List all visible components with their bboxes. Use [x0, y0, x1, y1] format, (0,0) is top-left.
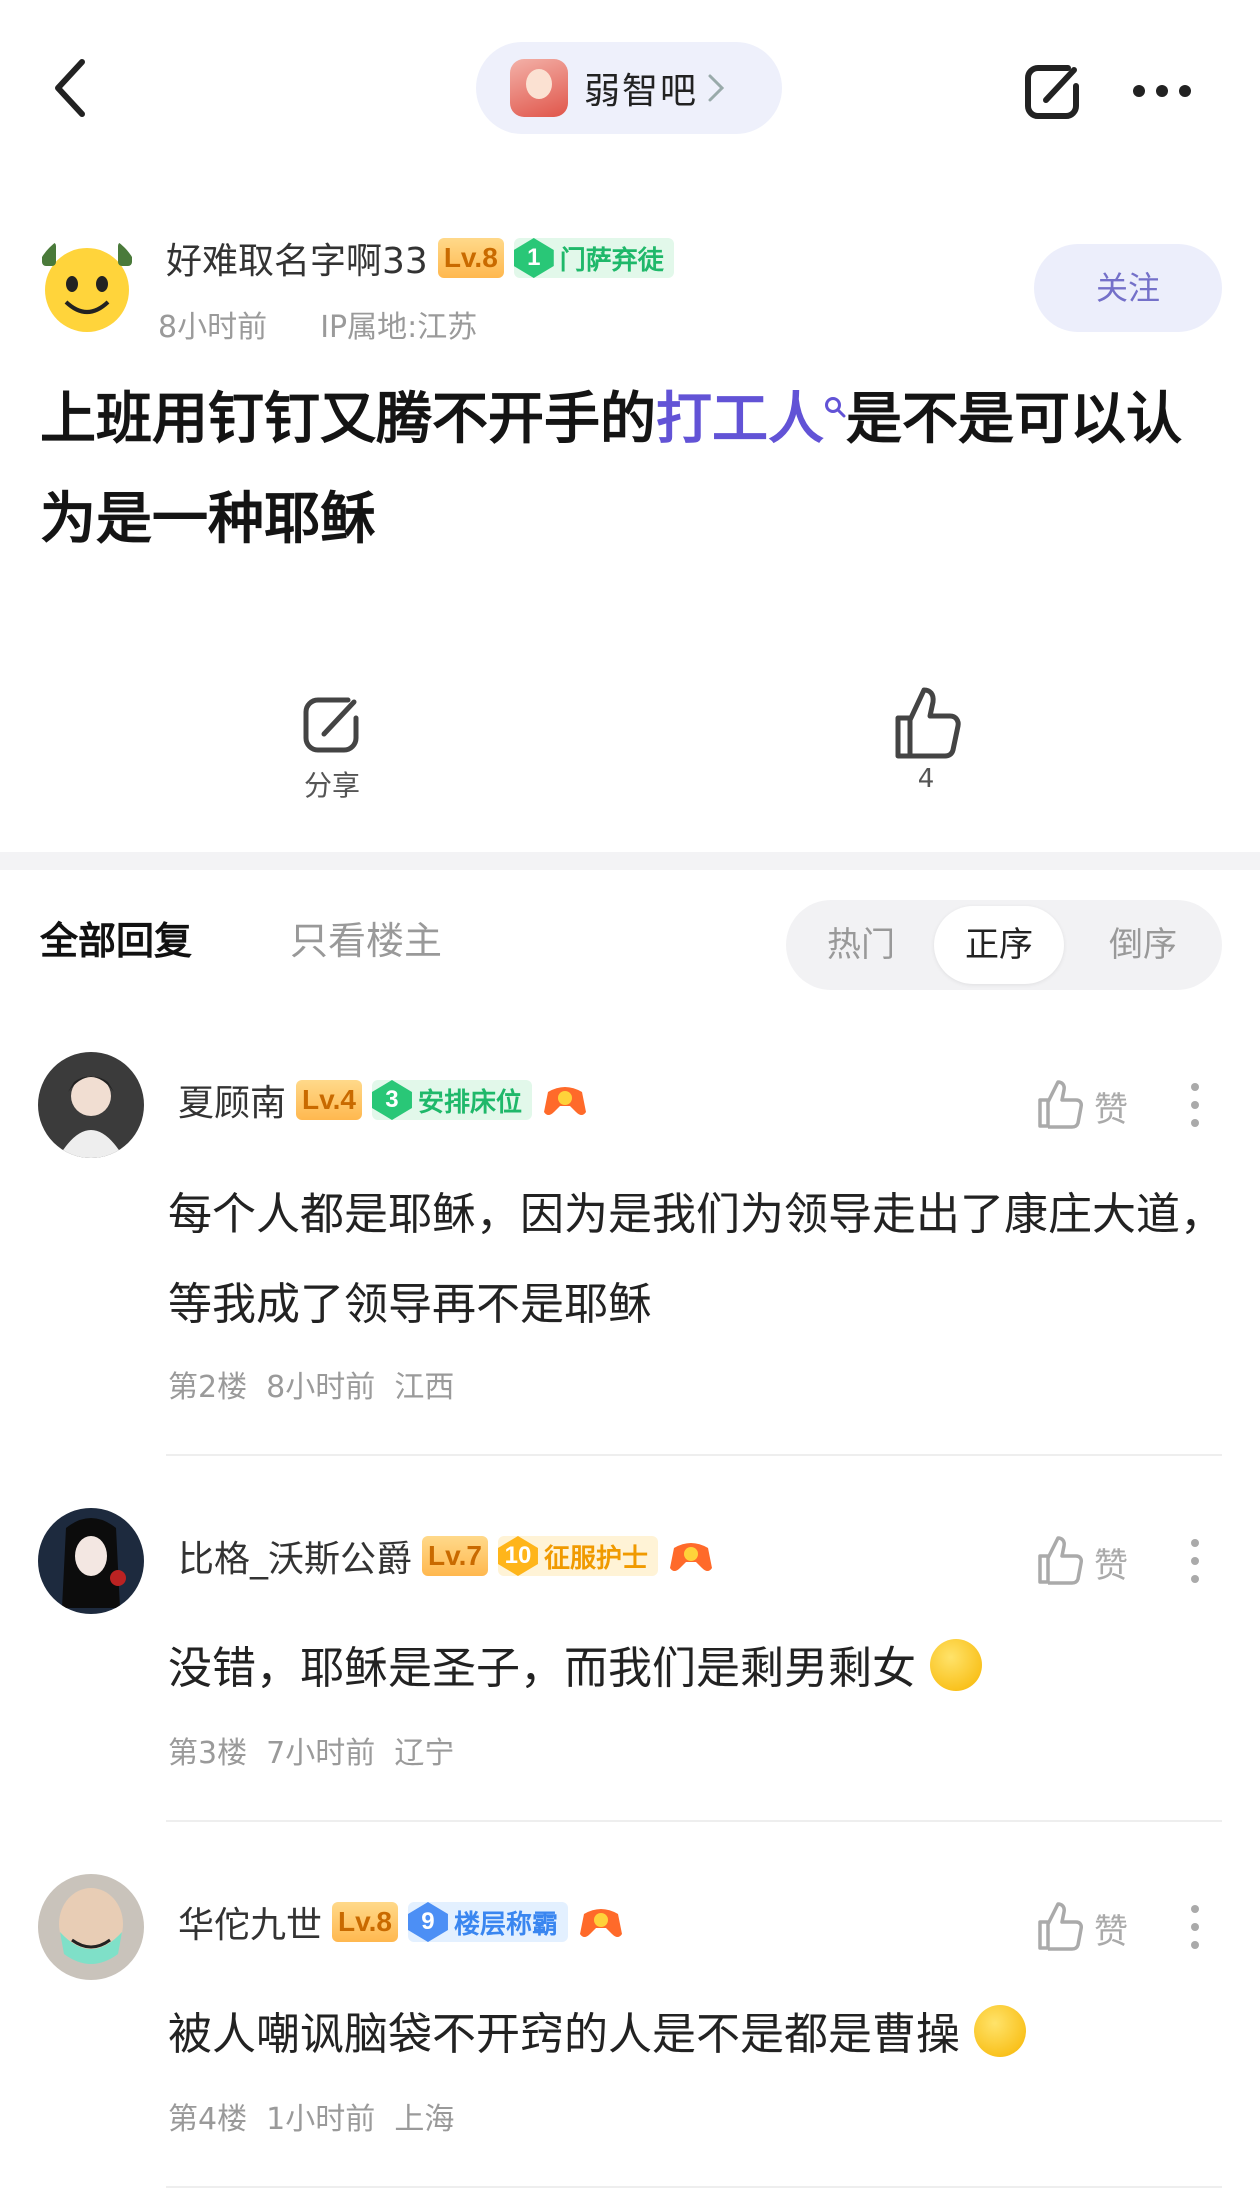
forum-name: 弱智吧 — [584, 71, 699, 112]
gamepad-icon — [543, 1087, 586, 1115]
comment-divider — [166, 2186, 1222, 2188]
badge-number: 10 — [497, 1536, 538, 1576]
thumbs-up-icon[interactable] — [1036, 1078, 1086, 1130]
comment-meta: 第4楼 1小时前 上海 — [168, 2094, 454, 2138]
honor-badge: 10 征服护士 — [497, 1536, 658, 1576]
smile-emoji-icon — [930, 1639, 982, 1691]
commenter-name[interactable]: 华佗九世 — [178, 1896, 322, 1948]
comment-divider — [166, 1454, 1222, 1456]
comment-time: 1小时前 — [266, 2102, 376, 2137]
post-time: 8小时前 — [158, 310, 268, 345]
comment-time: 8小时前 — [266, 1370, 376, 1405]
like-count: 4 — [917, 764, 935, 794]
floor-number: 第3楼 — [168, 1736, 248, 1771]
thumbs-up-icon[interactable] — [1036, 1900, 1086, 1952]
comment-location: 上海 — [394, 2102, 455, 2137]
commenter-avatar[interactable] — [38, 1874, 144, 1980]
sort-asc[interactable]: 正序 — [934, 906, 1064, 984]
sort-desc[interactable]: 倒序 — [1078, 900, 1208, 990]
honor-badge: 3 安排床位 — [371, 1080, 532, 1120]
share-icon[interactable] — [1020, 58, 1086, 124]
back-arrow-icon[interactable] — [50, 58, 90, 118]
tab-all-replies[interactable]: 全部回复 — [40, 910, 192, 965]
post-ip: IP属地:江苏 — [320, 310, 478, 345]
title-part-1: 上班用钉钉又腾不开手的 — [40, 387, 656, 452]
badge-number: 3 — [371, 1080, 412, 1120]
author-name-row: 好难取名字啊33 Lv.8 1 门萨弃徒 — [166, 232, 674, 284]
comment-meta: 第3楼 7小时前 辽宁 — [168, 1728, 454, 1772]
level-badge: Lv.8 — [332, 1902, 398, 1942]
floor-number: 第4楼 — [168, 2102, 248, 2137]
comment-body: 每个人都是耶稣，因为是我们为领导走出了康庄大道，等我成了领导再不是耶稣 — [168, 1189, 1224, 1330]
tab-op-only[interactable]: 只看楼主 — [290, 910, 442, 965]
level-badge: Lv.4 — [296, 1080, 362, 1120]
level-badge: Lv.8 — [437, 238, 504, 278]
like-label[interactable]: 赞 — [1094, 1082, 1128, 1131]
post-title: 上班用钉钉又腾不开手的打工人 是不是可以认为是一种耶稣 — [40, 370, 1220, 570]
honor-badge: 1 门萨弃徒 — [513, 238, 674, 278]
comment-header: 华佗九世 Lv.8 9 楼层称霸 — [178, 1896, 624, 1948]
share-label[interactable]: 分享 — [292, 764, 372, 804]
forum-pill[interactable]: 弱智吧 — [476, 42, 782, 134]
comment-location: 江西 — [394, 1370, 455, 1405]
comment-meta: 第2楼 8小时前 江西 — [168, 1362, 454, 1406]
more-vertical-icon[interactable] — [1190, 1082, 1200, 1128]
badge-text: 门萨弃徒 — [559, 245, 664, 276]
sort-toggle: 热门 正序 倒序 — [786, 900, 1222, 990]
floor-number: 第2楼 — [168, 1370, 248, 1405]
commenter-name[interactable]: 夏顾南 — [178, 1074, 286, 1126]
comment-divider — [166, 1820, 1222, 1822]
badge-number: 1 — [513, 238, 554, 278]
like-label[interactable]: 赞 — [1094, 1538, 1128, 1587]
commenter-avatar[interactable] — [38, 1052, 144, 1158]
forum-avatar-icon — [510, 59, 568, 117]
badge-text: 楼层称霸 — [453, 1909, 558, 1940]
thinking-emoji-icon — [974, 2005, 1026, 2057]
like-label[interactable]: 赞 — [1094, 1904, 1128, 1953]
gamepad-icon — [579, 1909, 622, 1937]
comment-location: 辽宁 — [394, 1736, 455, 1771]
thumbs-up-icon[interactable] — [1036, 1534, 1086, 1586]
commenter-avatar[interactable] — [38, 1508, 144, 1614]
author-name[interactable]: 好难取名字啊33 — [166, 232, 428, 284]
commenter-name[interactable]: 比格_沃斯公爵 — [178, 1530, 412, 1582]
title-keyword-link[interactable]: 打工人 — [656, 387, 824, 452]
comment-time: 7小时前 — [266, 1736, 376, 1771]
chevron-right-icon — [708, 74, 725, 102]
badge-number: 9 — [407, 1902, 448, 1942]
more-vertical-icon[interactable] — [1190, 1538, 1200, 1584]
comment-header: 比格_沃斯公爵 Lv.7 10 征服护士 — [178, 1530, 714, 1582]
search-icon[interactable] — [824, 396, 846, 418]
follow-button[interactable]: 关注 — [1034, 244, 1222, 332]
honor-badge: 9 楼层称霸 — [407, 1902, 568, 1942]
comment-body: 被人嘲讽脑袋不开窍的人是不是都是曹操 — [168, 1990, 1228, 2080]
gamepad-icon — [669, 1543, 712, 1571]
more-vertical-icon[interactable] — [1190, 1904, 1200, 1950]
badge-text: 安排床位 — [417, 1087, 522, 1118]
thumbs-up-icon[interactable] — [890, 682, 962, 762]
comment-header: 夏顾南 Lv.4 3 安排床位 — [178, 1074, 588, 1126]
comment-text: 没错，耶稣是圣子，而我们是剩男剩女 — [168, 1643, 916, 1694]
comment-text: 被人嘲讽脑袋不开窍的人是不是都是曹操 — [168, 2009, 960, 2060]
sort-hot[interactable]: 热门 — [796, 900, 926, 990]
share-action-icon[interactable] — [296, 688, 368, 760]
level-badge: Lv.7 — [422, 1536, 488, 1576]
post-meta: 8小时前 IP属地:江苏 — [158, 302, 477, 346]
comment-body: 没错，耶稣是圣子，而我们是剩男剩女 — [168, 1624, 1228, 1714]
more-icon[interactable] — [1132, 84, 1192, 98]
badge-text: 征服护士 — [543, 1543, 648, 1574]
section-divider — [0, 852, 1260, 870]
author-avatar[interactable] — [34, 232, 140, 338]
